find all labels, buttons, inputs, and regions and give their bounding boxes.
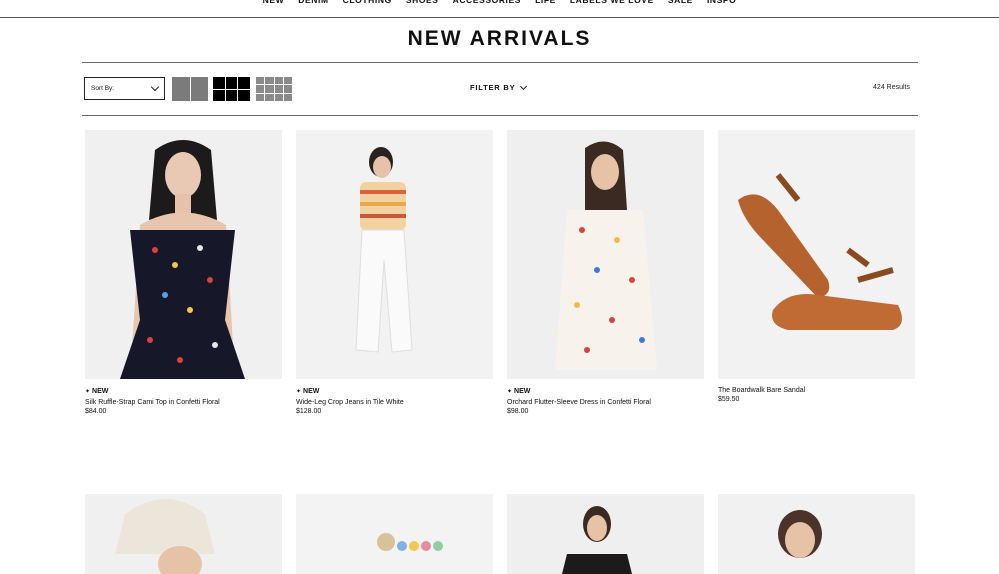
sparkle-icon: ✦ — [507, 389, 513, 395]
product-image-cami-top[interactable] — [85, 130, 282, 379]
product-card[interactable]: ✦ NEW Wide-Leg Crop Jeans in Tile White … — [296, 130, 493, 415]
grid-cell-icon — [225, 89, 238, 101]
filter-by-label: FILTER BY — [470, 83, 516, 92]
sort-by-label: Sort By: — [91, 85, 115, 92]
product-image[interactable] — [85, 494, 282, 574]
toolbar-top-divider — [82, 62, 918, 63]
top-navigation: NEW DENIM CLOTHING SHOES ACCESSORIES LIF… — [0, 0, 999, 12]
grid-4-column-view-button[interactable] — [256, 77, 292, 101]
page-title: NEW ARRIVALS — [407, 27, 592, 50]
nav-item-new[interactable]: NEW — [263, 0, 285, 12]
new-badge: ✦ NEW — [85, 387, 282, 396]
chevron-down-icon — [520, 82, 528, 90]
grid-2-column-view-button[interactable] — [172, 77, 208, 101]
grid-cell-icon — [283, 93, 292, 101]
nav-item-sale[interactable]: SALE — [668, 0, 693, 12]
new-badge: ✦ NEW — [507, 387, 704, 396]
model-short-hair-illustration — [718, 494, 915, 574]
grid-cell-icon — [265, 93, 274, 101]
grid-cell-icon — [274, 77, 283, 85]
beaded-keychain-illustration — [296, 494, 493, 574]
product-card[interactable] — [718, 494, 915, 574]
product-image[interactable] — [296, 494, 493, 574]
product-price: $128.00 — [296, 408, 322, 415]
grid-cell-icon — [274, 85, 283, 93]
product-card[interactable]: The Boardwalk Bare Sandal $59.50 — [718, 130, 915, 403]
sparkle-icon: ✦ — [85, 389, 91, 395]
product-card[interactable] — [296, 494, 493, 574]
new-badge: ✦ NEW — [296, 387, 493, 396]
product-name[interactable]: Wide-Leg Crop Jeans in Tile White — [296, 399, 493, 406]
product-name[interactable]: The Boardwalk Bare Sandal — [718, 387, 915, 394]
product-price: $98.00 — [507, 408, 529, 415]
nav-item-denim[interactable]: DENIM — [298, 0, 328, 12]
grid-cell-icon — [283, 85, 292, 93]
grid-cell-icon — [238, 89, 250, 101]
grid-cell-icon — [172, 77, 190, 101]
model-in-white-jeans-illustration — [296, 130, 493, 379]
product-price: $84.00 — [85, 408, 107, 415]
filter-by-button[interactable]: FILTER BY — [470, 82, 528, 92]
product-name[interactable]: Silk Ruffle-Strap Cami Top in Confetti F… — [85, 399, 282, 406]
grid-cell-icon — [213, 77, 225, 89]
grid-cell-icon — [238, 77, 250, 89]
nav-item-life[interactable]: LIFE — [535, 0, 556, 12]
grid-cell-icon — [225, 77, 238, 89]
product-card[interactable] — [85, 494, 282, 574]
product-card[interactable]: ✦ NEW Orchard Flutter-Sleeve Dress in Co… — [507, 130, 704, 415]
grid-3-column-view-button[interactable] — [213, 77, 250, 101]
nav-item-labels-we-love[interactable]: LABELS WE LOVE — [570, 0, 654, 12]
grid-cell-icon — [190, 77, 208, 101]
grid-cell-icon — [256, 93, 265, 101]
product-card[interactable] — [507, 494, 704, 574]
model-in-floral-dress-illustration — [507, 130, 704, 379]
product-card[interactable]: ✦ NEW Silk Ruffle-Strap Cami Top in Conf… — [85, 130, 282, 415]
badge-label: NEW — [92, 388, 109, 395]
nav-divider — [0, 17, 999, 18]
model-in-floral-cami-illustration — [85, 130, 282, 379]
nav-item-shoes[interactable]: SHOES — [406, 0, 439, 12]
results-count: 424 Results — [873, 84, 910, 91]
product-image-boardwalk-sandal[interactable] — [718, 130, 915, 379]
grid-cell-icon — [283, 77, 292, 85]
grid-cell-icon — [256, 85, 265, 93]
badge-label: NEW — [514, 388, 531, 395]
product-image-flutter-sleeve-dress[interactable] — [507, 130, 704, 379]
sort-by-dropdown[interactable]: Sort By: — [84, 77, 165, 100]
grid-cell-icon — [265, 77, 274, 85]
grid-cell-icon — [265, 85, 274, 93]
model-portrait-illustration — [507, 494, 704, 574]
model-in-bucket-hat-illustration — [85, 494, 282, 574]
nav-item-clothing[interactable]: CLOTHING — [343, 0, 392, 12]
product-image-wide-leg-jeans[interactable] — [296, 130, 493, 379]
sparkle-icon: ✦ — [296, 389, 302, 395]
grid-cell-icon — [213, 89, 225, 101]
product-image[interactable] — [507, 494, 704, 574]
product-price: $59.50 — [718, 396, 740, 403]
nav-item-accessories[interactable]: ACCESSORIES — [453, 0, 521, 12]
grid-cell-icon — [274, 93, 283, 101]
grid-cell-icon — [256, 77, 265, 85]
badge-label: NEW — [303, 388, 320, 395]
chevron-down-icon — [150, 82, 160, 92]
sandals-illustration — [718, 130, 915, 379]
toolbar-bottom-divider — [82, 115, 918, 116]
product-name[interactable]: Orchard Flutter-Sleeve Dress in Confetti… — [507, 399, 704, 406]
product-image[interactable] — [718, 494, 915, 574]
nav-item-inspo[interactable]: INSPO — [707, 0, 736, 12]
